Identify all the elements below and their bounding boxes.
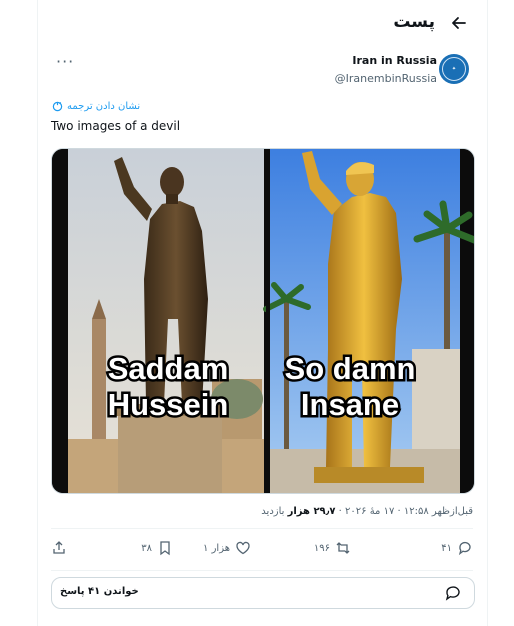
translate-icon <box>52 101 63 112</box>
show-translation-link[interactable]: نشان دادن ترجمه <box>52 101 140 112</box>
left-caption-line1: Saddam <box>108 351 229 386</box>
divider <box>51 528 473 529</box>
bookmark-icon <box>160 541 170 556</box>
reply-count: ۴۱ <box>441 542 452 554</box>
read-replies-label: خواندن ۴۱ پاسخ <box>60 586 139 597</box>
tweet-text: Two images of a devil <box>51 119 181 133</box>
bookmark-count: ۳۸ <box>141 542 152 554</box>
reply-icon <box>458 541 471 556</box>
views-label: بازدید <box>261 506 288 517</box>
reply-button[interactable]: ۴۱ <box>441 540 473 556</box>
heart-icon <box>236 541 250 555</box>
right-caption-line2: Insane <box>301 387 399 422</box>
more-options-icon[interactable]: ··· <box>56 52 74 71</box>
top-bar: پست <box>38 0 487 48</box>
avatar[interactable]: ✦ <box>439 54 469 84</box>
back-arrow-icon[interactable] <box>449 13 469 33</box>
embassy-seal-icon: ✦ <box>442 57 466 81</box>
post-column: پست ··· Iran in Russia @IranembinRussia … <box>37 0 488 626</box>
share-button[interactable] <box>51 540 67 556</box>
read-replies-button[interactable]: خواندن ۴۱ پاسخ <box>51 577 475 609</box>
repost-count: ۱۹۶ <box>313 542 330 554</box>
translation-label: نشان دادن ترجمه <box>67 101 141 112</box>
share-icon <box>53 541 65 554</box>
author-display-name[interactable]: Iran in Russia <box>352 54 437 67</box>
speech-bubble-icon <box>444 584 462 606</box>
repost-icon <box>336 542 350 554</box>
bookmark-button[interactable]: ۳۸ <box>141 540 173 556</box>
left-caption-line2: Hussein <box>108 387 229 422</box>
view-count: ۲۹٫۷ هزار <box>287 506 336 517</box>
post-timestamp[interactable]: قبل‌ازظهر ۱۲:۵۸ · ۱۷ مهٔ ۲۰۲۶ · <box>335 506 473 517</box>
page-title: پست <box>393 12 435 32</box>
like-button[interactable]: ۱ هزار <box>203 540 251 556</box>
tweet-image[interactable]: Saddam Hussein So damn Insane <box>51 148 475 494</box>
action-bar: ۴۱ ۱۹۶ ۱ هزار ۳۸ <box>51 540 473 564</box>
right-caption-line1: So damn <box>285 351 416 386</box>
like-count: ۱ هزار <box>203 542 230 554</box>
repost-button[interactable]: ۱۹۶ <box>314 540 351 556</box>
author-handle[interactable]: @IranembinRussia <box>335 72 437 85</box>
post-meta: قبل‌ازظهر ۱۲:۵۸ · ۱۷ مهٔ ۲۰۲۶ · ۲۹٫۷ هزا… <box>51 506 473 517</box>
divider <box>51 570 473 571</box>
